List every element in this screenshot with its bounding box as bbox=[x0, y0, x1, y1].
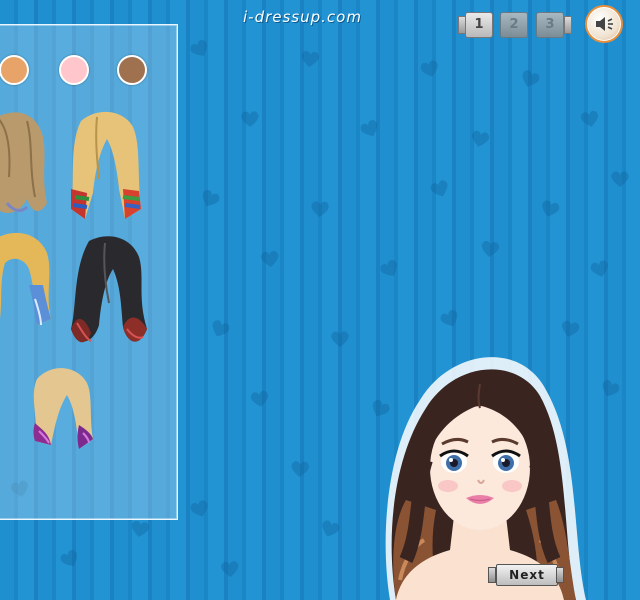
dressup-doll bbox=[350, 340, 610, 600]
heart-icon bbox=[578, 108, 601, 129]
heart-icon bbox=[428, 177, 453, 201]
skin-swatch-tan[interactable] bbox=[0, 55, 29, 85]
heart-icon bbox=[289, 459, 310, 478]
heart-icon bbox=[357, 117, 383, 142]
heart-icon bbox=[197, 187, 223, 212]
hairstyle-panel bbox=[0, 24, 178, 520]
heart-icon bbox=[318, 517, 343, 540]
heart-icon bbox=[219, 559, 240, 579]
pager-clip-right bbox=[564, 16, 572, 34]
hairstyle-blonde-rainbow-tips[interactable] bbox=[67, 109, 145, 225]
skin-swatch-brown[interactable] bbox=[117, 55, 147, 85]
hairstyle-black-red-ombre[interactable] bbox=[65, 233, 155, 353]
heart-icon bbox=[249, 388, 272, 409]
heart-icon bbox=[188, 497, 213, 521]
hairstyle-blonde-purple-bob[interactable] bbox=[27, 363, 99, 459]
heart-icon bbox=[479, 239, 501, 260]
heart-icon bbox=[377, 256, 403, 281]
hairstyle-ash-partial[interactable] bbox=[0, 417, 7, 481]
sound-toggle-button[interactable] bbox=[585, 5, 623, 43]
skin-swatch-pink[interactable] bbox=[59, 55, 89, 85]
page-button-1[interactable]: 1 bbox=[465, 12, 493, 38]
next-clip-left bbox=[488, 567, 496, 583]
heart-icon bbox=[517, 67, 542, 91]
hairstyle-wavy-ash-blonde[interactable] bbox=[0, 107, 49, 225]
heart-icon bbox=[588, 258, 612, 281]
heart-icon bbox=[259, 249, 281, 269]
speaker-icon bbox=[596, 17, 613, 31]
heart-icon bbox=[468, 128, 491, 150]
heart-icon bbox=[310, 199, 331, 218]
site-logo[interactable]: i-dressup.com bbox=[243, 8, 362, 26]
heart-icon bbox=[330, 330, 350, 348]
heart-icon bbox=[129, 519, 152, 540]
heart-icon bbox=[418, 58, 442, 81]
hairstyle-blonde-blue-ombre[interactable] bbox=[0, 229, 57, 333]
heart-icon bbox=[538, 197, 562, 220]
heart-icon bbox=[558, 318, 582, 340]
heart-icon bbox=[57, 546, 83, 571]
next-clip-right bbox=[556, 567, 564, 583]
heart-icon bbox=[610, 170, 630, 188]
game-stage: i-dressup.com 1 2 3 Next bbox=[0, 0, 640, 600]
heart-icon bbox=[299, 49, 321, 69]
next-button-label: Next bbox=[496, 564, 558, 586]
heart-icon bbox=[437, 307, 463, 332]
page-button-3[interactable]: 3 bbox=[536, 12, 564, 38]
heart-icon bbox=[240, 110, 261, 129]
page-button-2[interactable]: 2 bbox=[500, 12, 528, 38]
next-button[interactable]: Next bbox=[488, 564, 564, 586]
heart-icon bbox=[207, 317, 232, 341]
heart-icon bbox=[187, 36, 213, 62]
